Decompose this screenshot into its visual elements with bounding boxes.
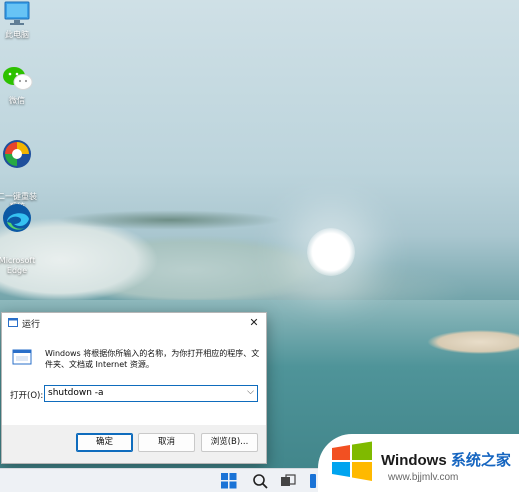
start-icon[interactable] [221,473,237,489]
run-app-icon [8,318,18,327]
reinstall-system-icon [3,140,31,168]
watermark-brand-cn: 系统之家 [450,452,511,469]
run-dialog: 运行 ✕ Windows 将根据你所输入的名称，为你打开相应的程序、文件夹、文档… [1,312,267,464]
this-pc-icon [4,1,30,25]
wallpaper-trees [0,190,320,230]
desktop-icon-wechat[interactable]: ↗ 微信 [0,64,47,106]
close-icon[interactable]: ✕ [242,313,266,333]
task-view-icon[interactable] [280,473,296,489]
dialog-body [2,333,266,425]
wallpaper-sun [307,228,355,276]
desktop-icon-this-pc[interactable]: 此电脑 [0,0,47,40]
dialog-description: Windows 将根据你所输入的名称，为你打开相应的程序、文件夹、文档或 Int… [45,349,260,369]
run-command-value[interactable]: shutdown -a [48,388,104,398]
desktop-icon-label: 此电脑 [5,30,29,39]
browse-button[interactable]: 浏览(B)... [201,433,258,452]
watermark-url: www.bjjmlv.com [388,472,459,483]
wechat-icon [3,67,33,90]
desktop-icon-label: 微信 [9,96,25,105]
ok-button[interactable]: 确定 [76,433,133,452]
edge-icon [3,204,31,232]
run-command-input[interactable]: shutdown -a ⌵ [44,385,258,402]
wallpaper-sandbar [400,320,519,360]
search-icon[interactable] [252,473,268,489]
cancel-button[interactable]: 取消 [138,433,195,452]
watermark-title: Windows 系统之家 [381,449,511,470]
wallpaper-hills [0,150,519,320]
dialog-title: 运行 [22,320,41,330]
chevron-down-icon[interactable]: ⌵ [247,387,254,397]
watermark-brand: Windows [381,452,447,469]
dialog-titlebar[interactable]: 运行 ✕ [2,313,266,333]
run-program-icon [12,349,32,365]
windows-logo-icon [332,441,372,481]
desktop-icon-edge[interactable]: ↗ Microsoft Edge [0,192,47,276]
open-label: 打开(O): [10,391,44,401]
desktop-icon-label: Microsoft Edge [0,256,36,275]
